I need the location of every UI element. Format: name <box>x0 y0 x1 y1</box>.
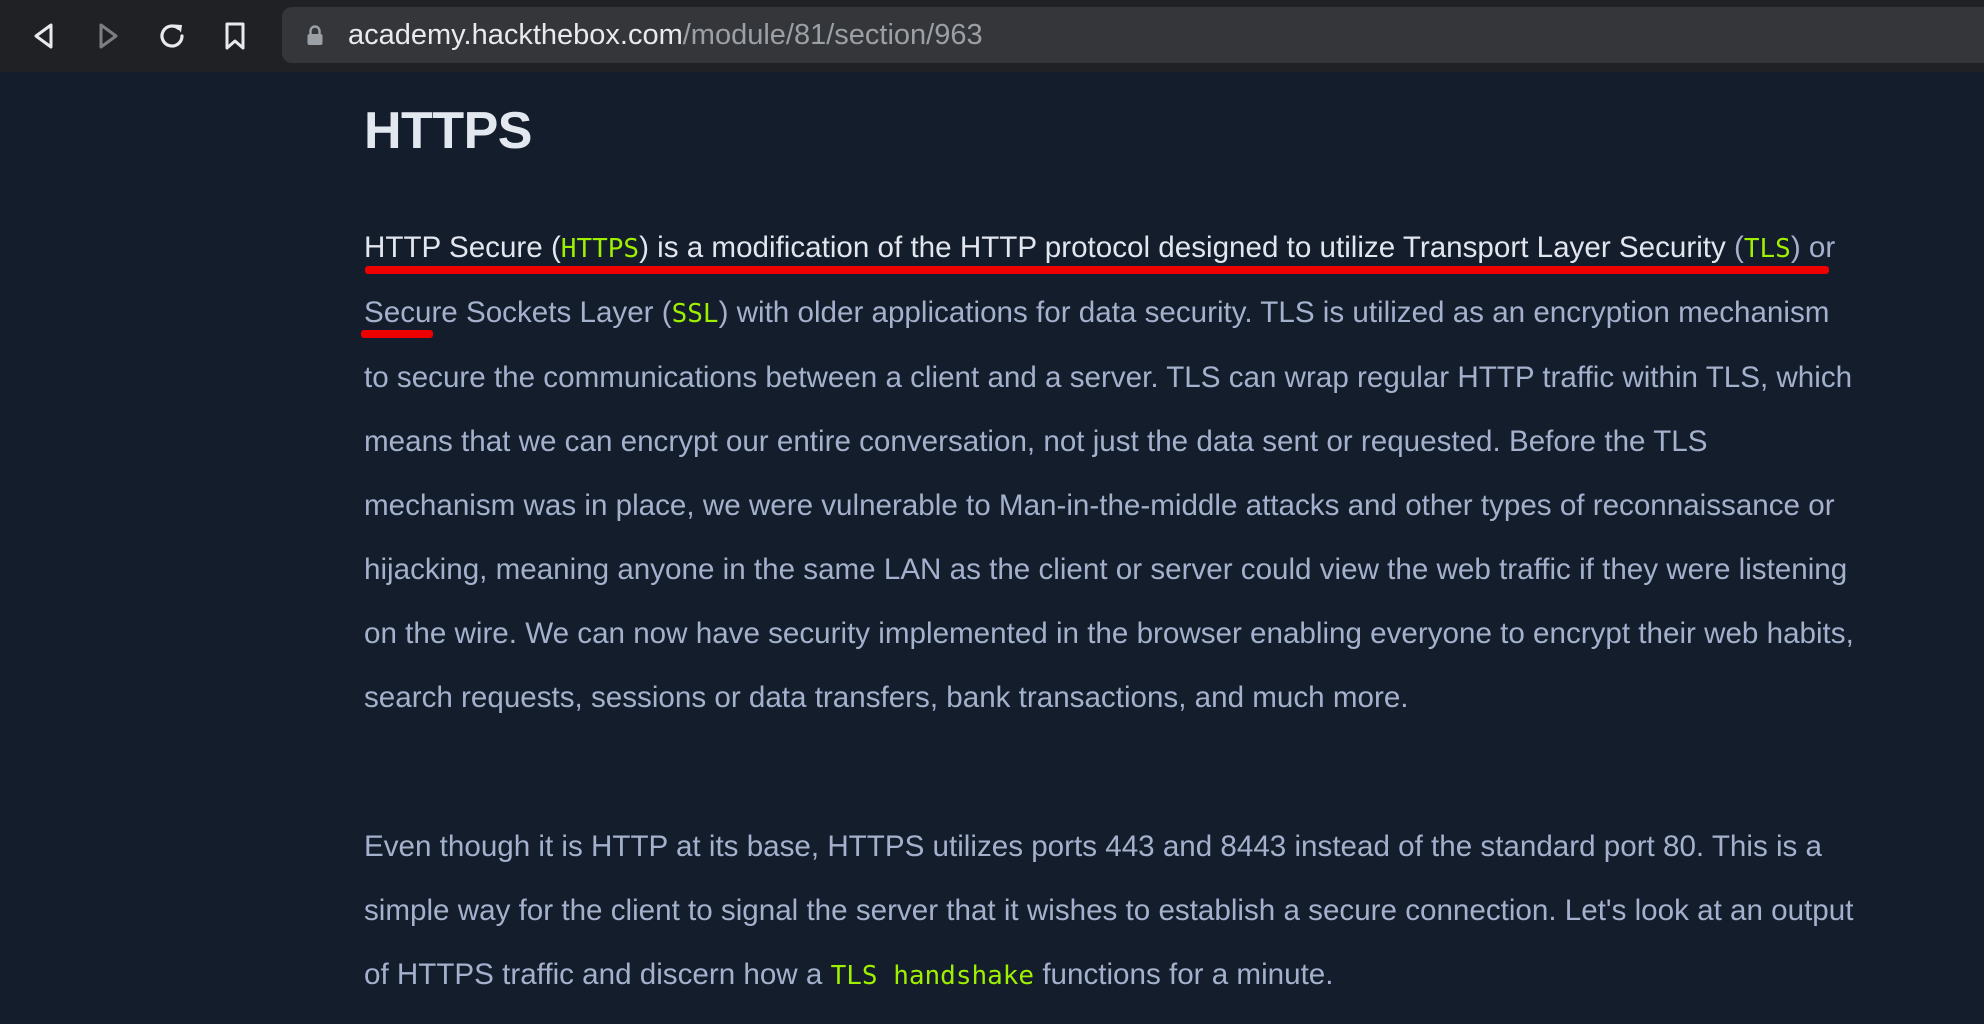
url-host: academy.hackthebox.com <box>348 19 683 51</box>
url-path: /module/81/section/963 <box>682 19 983 51</box>
back-button[interactable] <box>22 14 66 58</box>
page-title: HTTPS <box>364 102 532 160</box>
inline-code-ssl: SSL <box>671 299 719 329</box>
inline-code-tls-handshake: TLS handshake <box>830 961 1035 991</box>
reload-icon <box>160 24 184 48</box>
bookmark-button[interactable] <box>213 14 257 58</box>
lock-icon <box>307 25 323 45</box>
reload-button[interactable] <box>150 14 194 58</box>
inline-code-https: HTTPS <box>560 234 640 264</box>
text-span: HTTP Secure ( <box>364 231 561 264</box>
text-span: functions for a minute. <box>1034 958 1334 991</box>
address-bar[interactable]: academy.hackthebox.com/module/81/section… <box>282 7 1984 63</box>
bookmark-icon <box>225 22 245 50</box>
back-arrow-icon <box>34 23 53 49</box>
paragraph-intro: HTTP Secure (HTTPS) is a modification of… <box>364 216 1854 730</box>
text-span: ) with older applications for data secur… <box>364 296 1854 714</box>
inline-code-tls: TLS <box>1743 234 1791 264</box>
red-underline-annotation <box>365 266 1829 274</box>
text-span: ) is a modification of the HTTP protocol… <box>639 231 1726 264</box>
text-span: ( <box>1725 231 1744 264</box>
browser-toolbar: academy.hackthebox.com/module/81/section… <box>0 0 1984 72</box>
url-text: academy.hackthebox.com/module/81/section… <box>348 7 983 63</box>
forward-arrow-icon <box>99 23 118 49</box>
red-underline-annotation <box>361 330 433 338</box>
paragraph-ports: Even though it is HTTP at its base, HTTP… <box>364 815 1854 1008</box>
forward-button[interactable] <box>86 14 130 58</box>
